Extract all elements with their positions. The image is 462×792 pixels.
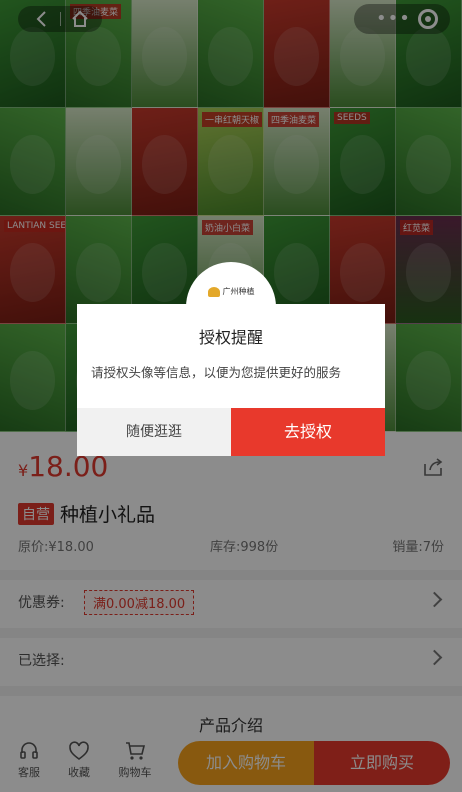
authorize-button[interactable]: 去授权 (231, 408, 385, 456)
brand-logo-text: 广州种植 (222, 287, 255, 296)
browse-casually-button[interactable]: 随便逛逛 (77, 408, 231, 456)
brand-logo-icon (207, 286, 220, 297)
authorization-dialog: 授权提醒 请授权头像等信息，以便为您提供更好的服务 随便逛逛 去授权 (77, 304, 385, 456)
dialog-message: 请授权头像等信息，以便为您提供更好的服务 (91, 365, 342, 380)
dialog-title: 授权提醒 (198, 328, 263, 347)
